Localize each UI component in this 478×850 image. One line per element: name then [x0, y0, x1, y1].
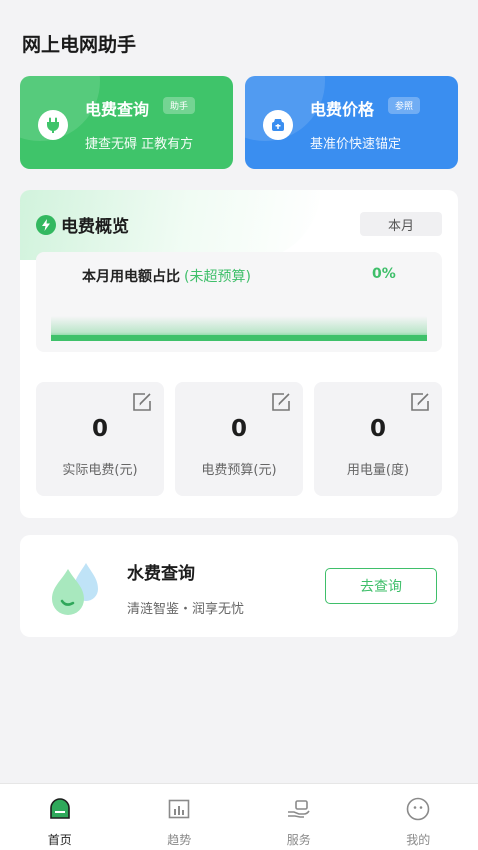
nav-item-home[interactable]: 首页: [0, 784, 120, 850]
go-query-button[interactable]: 去查询: [325, 568, 437, 604]
water-drop-icon: [42, 557, 108, 621]
card-title: 电费价格: [310, 100, 375, 119]
electricity-price-card[interactable]: 电费价格 参照 基准价快速锚定: [245, 76, 458, 169]
water-query-card: 水费查询 清涟智鉴・润享无忧 去查询: [20, 535, 458, 637]
home-icon: [47, 796, 73, 822]
edit-icon[interactable]: [410, 392, 432, 416]
card-tag: 参照: [388, 97, 421, 114]
service-hand-icon: [286, 796, 312, 822]
stat-power-usage[interactable]: 0 用电量(度): [314, 382, 442, 496]
electricity-overview-panel: 电费概览 本月 本月用电额占比 (未超预算) 0% 0 实际电费(元) 0 电费…: [20, 190, 458, 518]
progress-track: [51, 335, 427, 341]
stat-label: 用电量(度): [346, 463, 410, 478]
lightning-icon: [36, 214, 56, 235]
app-title: 网上电网助手: [22, 34, 137, 56]
nav-label: 我的: [406, 833, 431, 847]
card-tag: 助手: [163, 97, 196, 114]
edit-icon[interactable]: [132, 392, 154, 416]
nav-item-trend[interactable]: 趋势: [120, 784, 240, 850]
plug-icon: [38, 110, 68, 140]
ratio-value: 0%: [372, 266, 396, 282]
ratio-label-text: 本月用电额占比: [82, 269, 180, 285]
card-subtitle: 捷查无碍 正教有方: [85, 137, 194, 152]
edit-icon[interactable]: [271, 392, 293, 416]
bottom-nav: 首页 趋势 服务 我的: [0, 783, 478, 850]
stat-value: 0: [91, 416, 108, 442]
ratio-progress-bar: [51, 316, 427, 341]
overview-title: 电费概览: [61, 217, 129, 237]
trend-chart-icon: [166, 796, 192, 822]
nav-item-profile[interactable]: 我的: [359, 784, 478, 850]
stat-value: 0: [230, 416, 247, 442]
stat-label: 电费预算(元): [201, 463, 277, 478]
nav-label: 服务: [286, 833, 311, 847]
usage-ratio-box: 本月用电额占比 (未超预算) 0%: [36, 252, 442, 352]
water-subtitle: 清涟智鉴・润享无忧: [127, 602, 245, 617]
ratio-label: 本月用电额占比 (未超预算): [82, 266, 251, 286]
card-subtitle: 基准价快速锚定: [310, 137, 402, 152]
stat-fee-budget[interactable]: 0 电费预算(元): [175, 382, 303, 496]
period-selector[interactable]: 本月: [360, 212, 442, 236]
profile-face-icon: [405, 796, 431, 822]
stat-actual-fee[interactable]: 0 实际电费(元): [36, 382, 164, 496]
electricity-query-card[interactable]: 电费查询 助手 捷查无碍 正教有方: [20, 76, 233, 169]
ratio-hint: (未超预算): [184, 269, 251, 285]
stat-value: 0: [369, 416, 386, 442]
stat-label: 实际电费(元): [62, 463, 138, 478]
card-title: 电费查询: [85, 100, 150, 119]
nav-item-service[interactable]: 服务: [239, 784, 359, 850]
nav-label: 首页: [47, 833, 72, 847]
price-tag-icon: [263, 110, 293, 140]
water-title: 水费查询: [127, 564, 195, 584]
nav-label: 趋势: [167, 833, 192, 847]
overview-title-row: 电费概览: [36, 212, 129, 237]
